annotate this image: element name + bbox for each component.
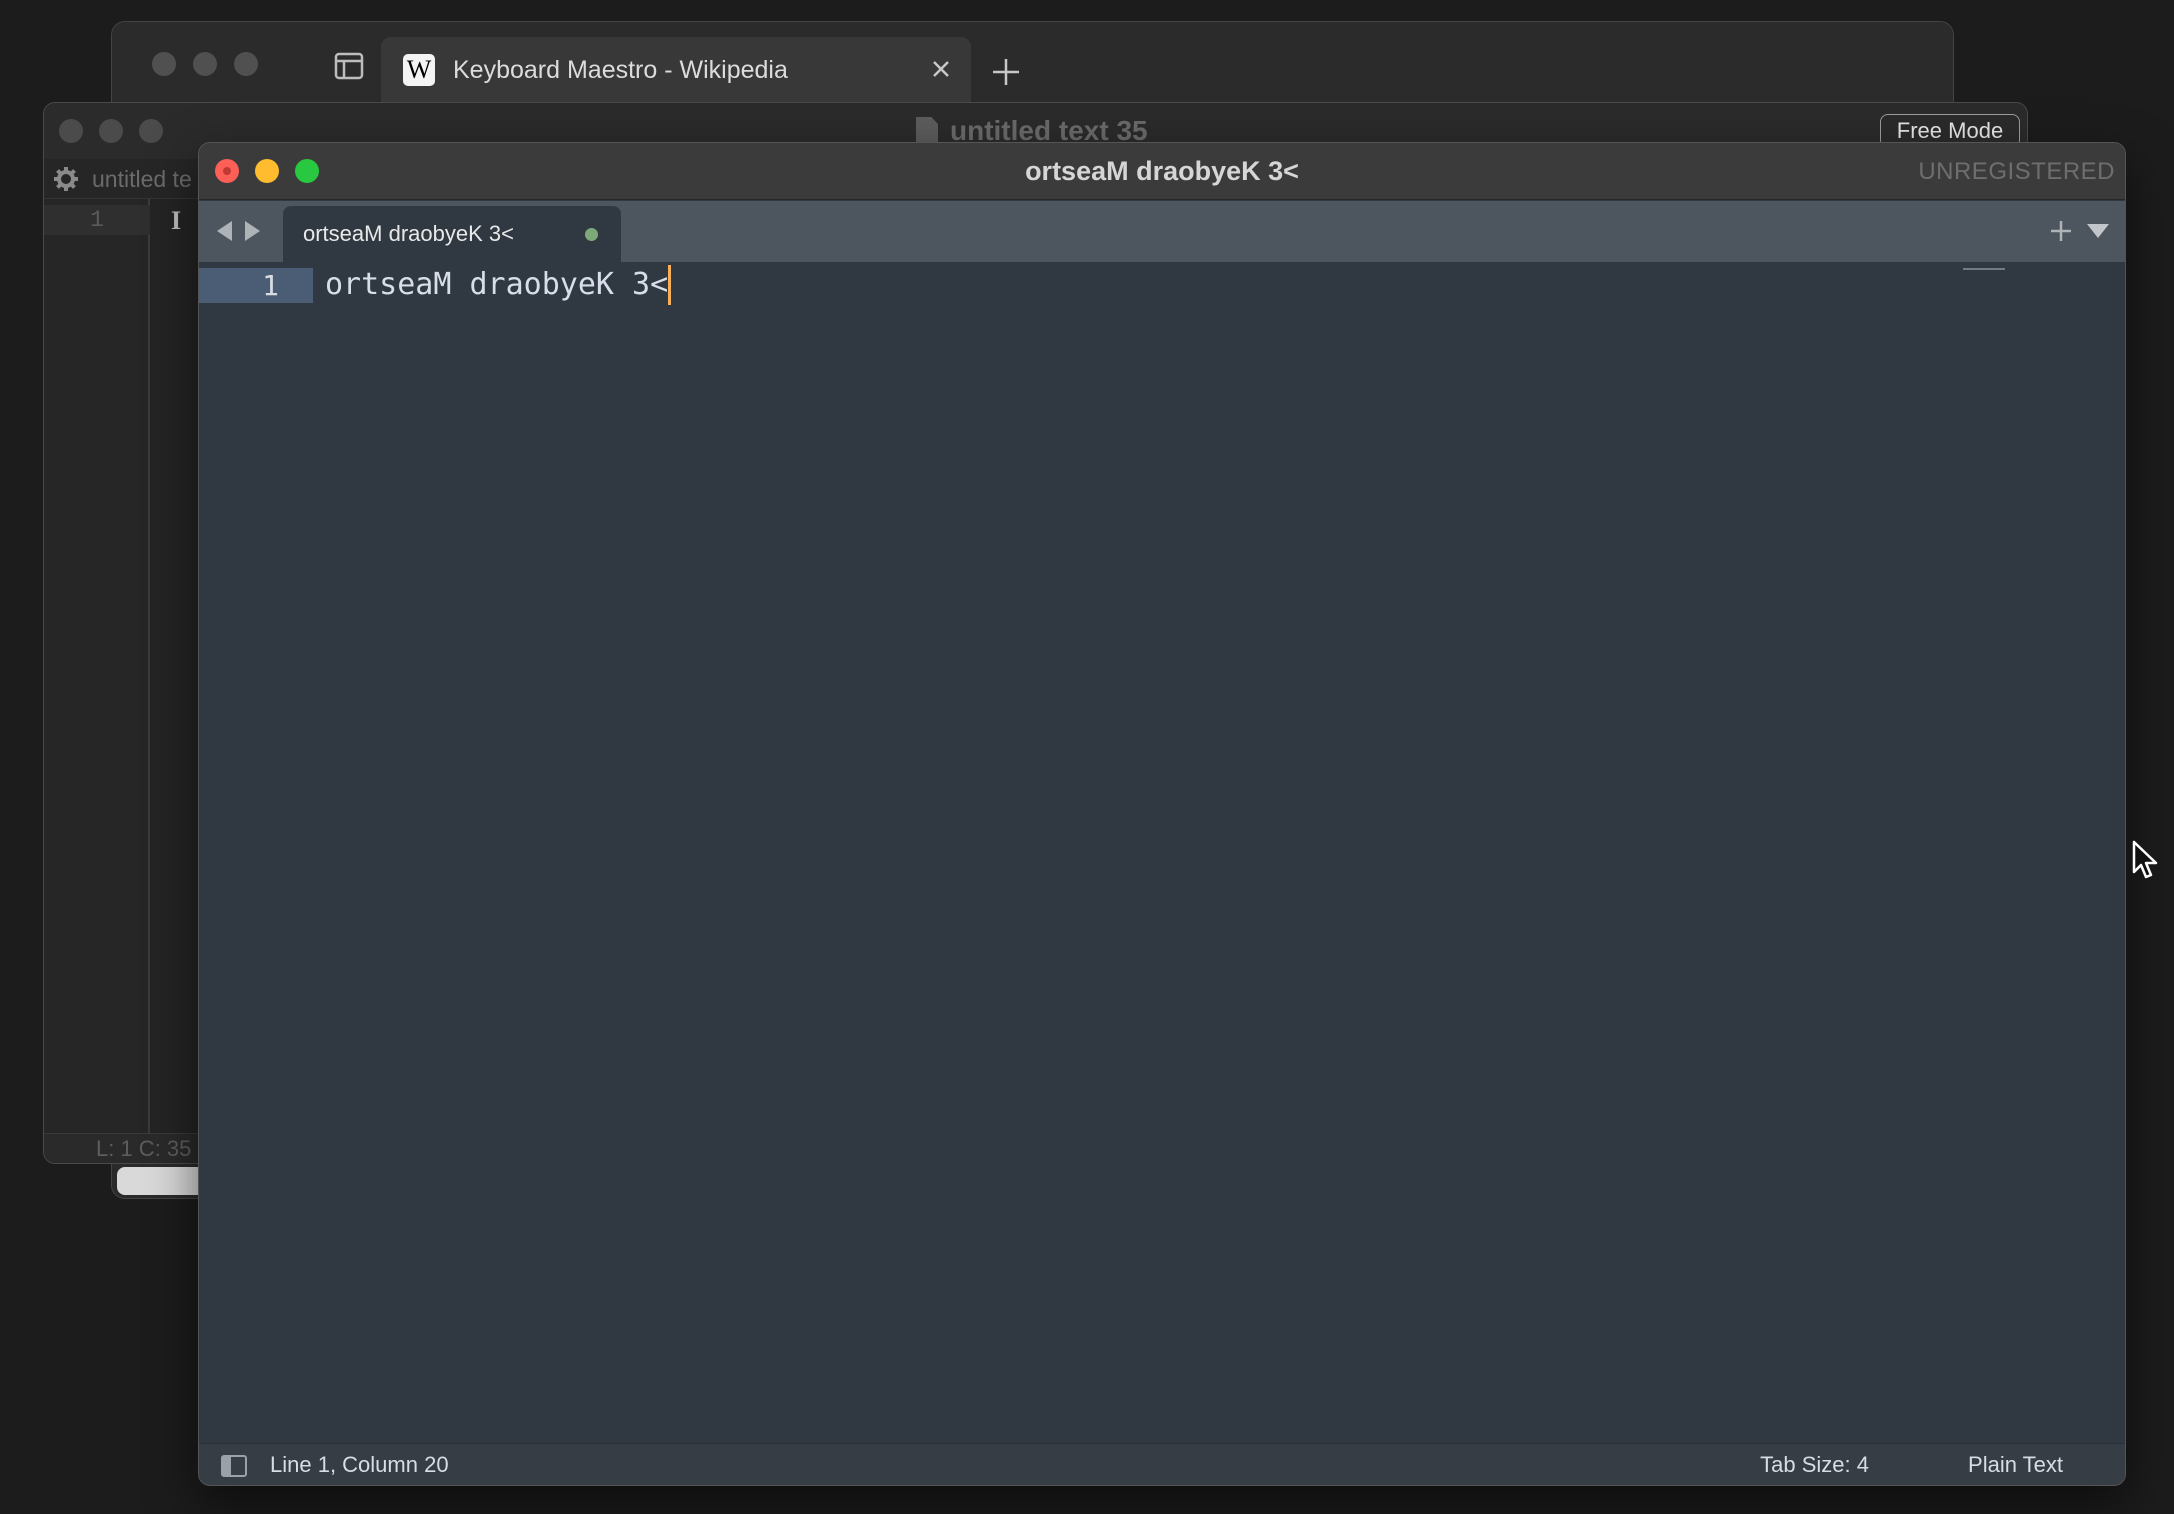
browser-bottom-edge — [117, 1167, 207, 1195]
status-bar: Line 1, Column 20 Tab Size: 4 Plain Text — [199, 1443, 2125, 1485]
minimap[interactable] — [1963, 266, 2005, 272]
nav-back-icon[interactable] — [217, 221, 232, 241]
tab-size-selector[interactable]: Tab Size: 4 — [1760, 1444, 1869, 1485]
file-tab[interactable]: ortseaM draobyeK 3< — [283, 206, 621, 262]
tab-bar: ortseaM draobyeK 3< — [199, 201, 2125, 262]
cursor-position[interactable]: Line 1, Column 20 — [270, 1444, 449, 1485]
code-line-text: ortseaM draobyeK 3< — [325, 267, 669, 302]
zoom-window-button[interactable] — [139, 119, 163, 143]
text-cursor: I — [171, 206, 182, 235]
sidebar-icon[interactable] — [318, 46, 374, 86]
plus-icon[interactable] — [2049, 219, 2073, 243]
minimap-line — [1963, 268, 2005, 270]
minimize-window-button[interactable] — [193, 52, 217, 76]
browser-tab-title: Keyboard Maestro - Wikipedia — [453, 56, 788, 84]
wikipedia-favicon: W — [403, 54, 435, 86]
window-title: ortseaM draobyeK 3< — [1025, 156, 1299, 186]
browser-tab-bar: W Keyboard Maestro - Wikipedia — [112, 22, 1953, 103]
chevron-down-icon[interactable] — [2087, 224, 2109, 238]
syntax-selector[interactable]: Plain Text — [1968, 1444, 2063, 1485]
browser-window-controls — [152, 52, 258, 76]
editor-title-bar: ortseaM draobyeK 3< UNREGISTERED — [199, 143, 2125, 200]
line-number: 1 — [44, 205, 150, 235]
window-controls — [59, 119, 163, 143]
line-gutter: 1 — [44, 199, 150, 1133]
minimize-window-button[interactable] — [99, 119, 123, 143]
plus-icon[interactable] — [990, 56, 1022, 88]
editor-window: ortseaM draobyeK 3< UNREGISTERED ortseaM… — [198, 142, 2126, 1486]
license-status: UNREGISTERED — [1918, 158, 2115, 185]
close-window-button[interactable] — [59, 119, 83, 143]
gear-icon[interactable] — [52, 165, 80, 193]
line-gutter: 1 — [199, 262, 313, 1443]
document-icon — [916, 117, 938, 145]
mouse-pointer-icon — [2132, 840, 2158, 879]
unsaved-indicator-icon[interactable] — [585, 228, 598, 241]
text-caret — [668, 265, 672, 305]
code-line[interactable]: ortseaM draobyeK 3< — [325, 265, 672, 305]
nav-forward-icon[interactable] — [245, 221, 260, 241]
browser-tab[interactable]: W Keyboard Maestro - Wikipedia — [381, 37, 971, 103]
zoom-window-button[interactable] — [234, 52, 258, 76]
document-tab-label[interactable]: untitled te — [92, 159, 192, 199]
close-icon[interactable] — [929, 57, 953, 81]
file-tab-label: ortseaM draobyeK 3< — [303, 221, 514, 246]
line-number: 1 — [262, 269, 279, 302]
cursor-position: L: 1 C: 35 — [96, 1136, 192, 1161]
close-window-button[interactable] — [152, 52, 176, 76]
sidebar-toggle-icon[interactable] — [221, 1455, 247, 1477]
text-area[interactable]: 1 ortseaM draobyeK 3< — [199, 262, 2125, 1443]
